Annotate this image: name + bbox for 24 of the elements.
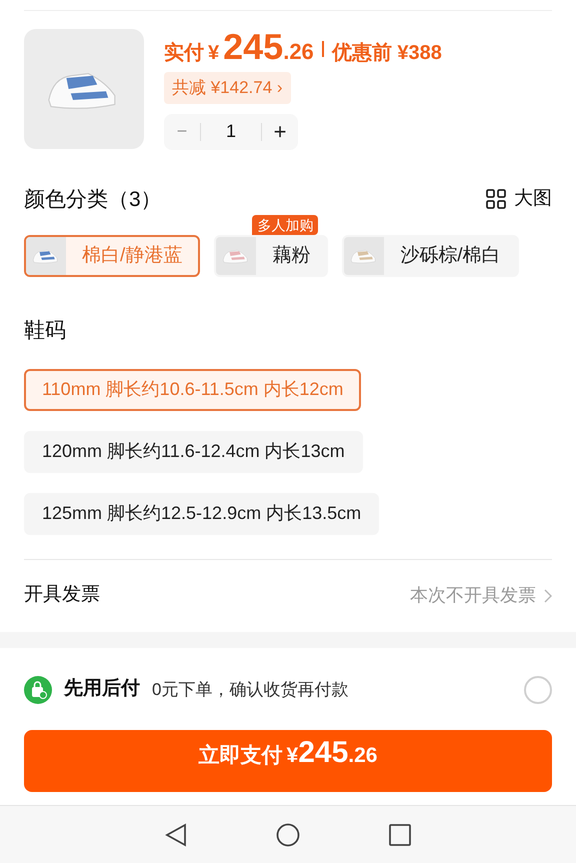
currency-symbol: ¥ [208,41,220,66]
color-option[interactable]: 沙砾棕/棉白 [342,235,519,277]
pay-later-description: 0元下单，确认收货再付款 [152,678,350,701]
popular-badge: 多人加购 [252,215,318,235]
color-option[interactable]: 藕粉 [214,235,328,277]
grid-icon [486,189,506,210]
size-option[interactable]: 120mm 脚长约11.6-12.4cm 内长13cm [24,430,363,472]
back-icon[interactable] [164,822,187,846]
invoice-row[interactable]: 开具发票 本次不开具发票 [24,560,552,632]
price-integer: 245 [223,29,284,65]
recents-icon[interactable] [389,824,412,846]
section-title: 鞋码 [24,318,67,344]
increase-button[interactable]: + [262,114,298,150]
size-option[interactable]: 125mm 脚长约12.5-12.9cm 内长13.5cm [24,492,380,534]
section-title: 颜色分类（3） [24,186,162,212]
chevron-right-icon [544,588,552,602]
home-icon[interactable] [276,822,300,846]
radio-button[interactable] [524,676,552,704]
price-label: 实付 [164,40,204,66]
price-decimal: .26 [283,38,314,66]
original-price: 优惠前 ¥388 [332,41,442,66]
pay-later-title: 先用后付 [64,676,140,702]
quantity-value[interactable]: 1 [201,118,261,145]
big-image-button[interactable]: 大图 [486,185,552,214]
